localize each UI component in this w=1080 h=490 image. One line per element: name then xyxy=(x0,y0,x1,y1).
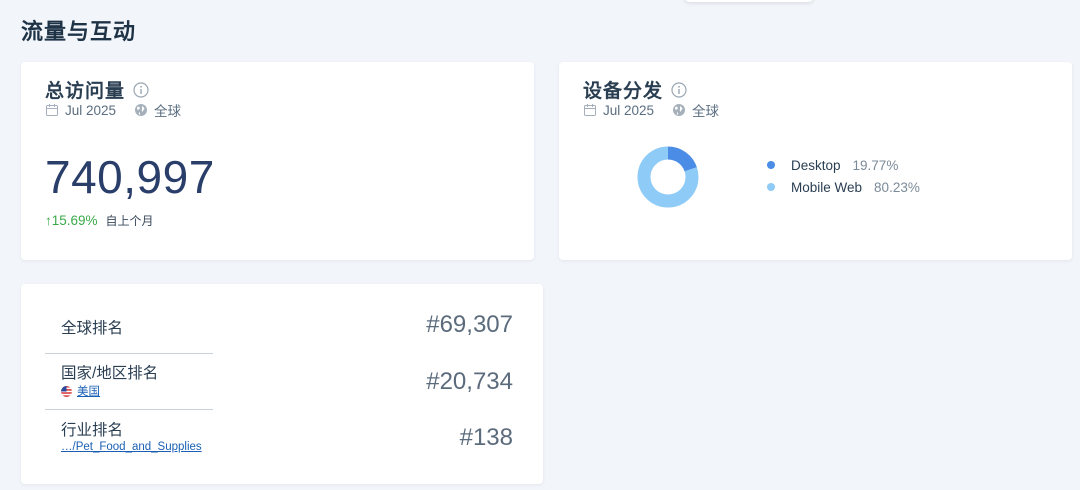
legend-label: Mobile Web xyxy=(791,179,863,195)
country-rank-label: 国家/地区排名 xyxy=(61,365,159,382)
total-visits-card: 总访问量 Jul 2025 全球 740,997 ↑15.69% 自上个月 xyxy=(21,62,534,260)
legend-dot xyxy=(767,161,775,169)
total-visits-value: 740,997 xyxy=(45,151,215,203)
region-label: 全球 xyxy=(692,104,720,119)
globe-icon xyxy=(673,104,686,116)
country-link[interactable]: 美国 xyxy=(61,383,100,399)
device-title: 设备分发 xyxy=(583,81,664,102)
calendar-icon xyxy=(46,104,58,116)
legend-item-desktop: Desktop 19.77% xyxy=(767,154,920,176)
device-donut-chart xyxy=(637,146,699,208)
category-link[interactable]: …/Pet_Food_and_Supplies xyxy=(61,441,202,453)
change-value: ↑15.69% xyxy=(45,213,98,228)
date-label: Jul 2025 xyxy=(603,102,655,118)
global-rank-row: 全球排名 #69,307 xyxy=(45,284,513,352)
category-rank-value: #138 xyxy=(459,424,513,451)
global-rank-value: #69,307 xyxy=(426,311,513,338)
device-distribution-card: 设备分发 Jul 2025 全球 Desktop 19.77% Mobile Web… xyxy=(559,62,1072,260)
globe-icon xyxy=(135,104,148,116)
legend-item-mobile-web: Mobile Web 80.23% xyxy=(767,176,920,198)
us-flag-icon xyxy=(61,385,72,397)
change-indicator: ↑15.69% 自上个月 xyxy=(45,212,154,229)
device-legend: Desktop 19.77% Mobile Web 80.23% xyxy=(767,154,920,198)
legend-label: Desktop xyxy=(791,157,841,173)
date-label: Jul 2025 xyxy=(65,102,117,118)
country-rank-row: 国家/地区排名 美国 #20,734 xyxy=(45,354,513,410)
legend-percent: 80.23% xyxy=(874,179,920,195)
device-title-row: 设备分发 xyxy=(583,76,687,103)
global-rank-label: 全球排名 xyxy=(61,320,124,337)
top-tab-edge xyxy=(684,0,814,2)
country-link-text[interactable]: 美国 xyxy=(77,383,100,399)
info-icon[interactable] xyxy=(671,81,687,98)
category-rank-row: 行业排名 …/Pet_Food_and_Supplies #138 xyxy=(45,410,513,470)
total-visits-meta: Jul 2025 全球 xyxy=(45,100,181,120)
total-visits-title-row: 总访问量 xyxy=(45,76,149,103)
change-label: 自上个月 xyxy=(105,214,154,228)
region-label: 全球 xyxy=(154,104,182,119)
info-icon[interactable] xyxy=(133,81,149,98)
country-rank-value: #20,734 xyxy=(426,368,513,395)
device-meta: Jul 2025 全球 xyxy=(583,100,719,120)
total-visits-title: 总访问量 xyxy=(45,81,126,102)
legend-dot xyxy=(767,183,775,191)
category-rank-label: 行业排名 xyxy=(61,422,124,439)
calendar-icon xyxy=(584,104,596,116)
rankings-card: 全球排名 #69,307 国家/地区排名 美国 #20,734 行业排名 …/P… xyxy=(21,284,543,484)
section-title: 流量与互动 xyxy=(21,19,137,44)
legend-percent: 19.77% xyxy=(852,157,899,173)
